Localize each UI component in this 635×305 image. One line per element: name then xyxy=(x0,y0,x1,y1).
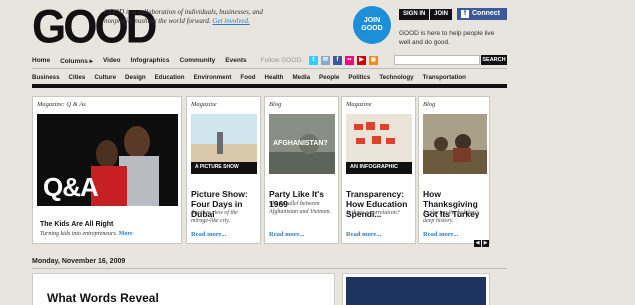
card-image[interactable] xyxy=(423,114,487,174)
youtube-icon[interactable]: ▶ xyxy=(356,56,366,65)
nav-events[interactable]: Events xyxy=(225,57,246,64)
prev-arrow-icon[interactable]: ◀ xyxy=(474,240,481,247)
card-image-caption: AFGHANISTAN? xyxy=(273,140,328,147)
share-icon[interactable]: ✉ xyxy=(320,56,330,65)
twitter-icon[interactable]: t xyxy=(308,56,318,65)
category-cities[interactable]: Cities xyxy=(69,74,86,81)
featured-title[interactable]: The Kids Are All Right xyxy=(40,221,113,228)
join-circle-line2: GOOD xyxy=(361,25,383,32)
nav-infographics[interactable]: Infographics xyxy=(131,57,170,64)
facebook-connect-button[interactable]: f Connect xyxy=(457,8,507,20)
card-desc: The parallel between Afghanistan and Vie… xyxy=(269,201,332,215)
story-card[interactable]: Blog How Thanksgiving Got Its Turkey Exp… xyxy=(418,96,490,244)
join-good-button[interactable]: JOIN GOOD xyxy=(353,6,391,44)
read-more-link[interactable]: Read more... xyxy=(346,231,381,238)
category-nav: Business Cities Culture Design Education… xyxy=(32,72,507,82)
card-type: Magazine xyxy=(346,101,372,108)
card-type: Blog xyxy=(269,101,282,108)
lower-article-panel[interactable]: What Words Reveal xyxy=(32,273,335,305)
story-card[interactable]: Magazine AN INFOGRAPHIC Transparency: Ho… xyxy=(341,96,416,244)
connect-label: Connect xyxy=(472,10,500,17)
story-card[interactable]: Blog AFGHANISTAN? Party Like It's 1969 T… xyxy=(264,96,339,244)
read-more-link[interactable]: Read more... xyxy=(423,231,458,238)
lower-headline[interactable]: What Words Reveal xyxy=(47,291,159,305)
category-business[interactable]: Business xyxy=(32,74,60,81)
featured-image[interactable]: Q&A xyxy=(37,114,178,206)
qa-overlay: Q&A xyxy=(43,172,99,202)
category-food[interactable]: Food xyxy=(240,74,255,81)
category-design[interactable]: Design xyxy=(125,74,146,81)
category-media[interactable]: Media xyxy=(292,74,310,81)
next-arrow-icon[interactable]: ▶ xyxy=(482,240,489,247)
join-button[interactable]: JOIN xyxy=(430,9,453,20)
card-desc: Exploring the holiday's deep history. xyxy=(423,210,479,224)
search-input[interactable] xyxy=(394,55,480,65)
read-more-link[interactable]: Read more... xyxy=(269,231,304,238)
featured-desc: Turning kids into entrepreneurs. More xyxy=(40,231,133,237)
featured-type: Magazine: Q & As xyxy=(37,101,86,108)
nav-home[interactable]: Home xyxy=(32,57,50,64)
story-card[interactable]: Magazine A PICTURE SHOW Picture Show: Fo… xyxy=(186,96,261,244)
follow-label: Follow GOOD: xyxy=(260,57,303,64)
card-desc: Is there a correlation? xyxy=(346,210,400,216)
category-people[interactable]: People xyxy=(319,74,339,81)
card-image[interactable]: AFGHANISTAN? xyxy=(269,114,335,174)
card-image-caption: AN INFOGRAPHIC xyxy=(350,164,398,170)
card-type: Magazine xyxy=(191,101,217,108)
nav-divider xyxy=(32,68,507,69)
category-education[interactable]: Education xyxy=(155,74,185,81)
category-politics[interactable]: Politics xyxy=(348,74,370,81)
help-text: GOOD is here to help people live well an… xyxy=(399,30,495,46)
category-transportation[interactable]: Transportation xyxy=(423,74,466,81)
lower-side-panel xyxy=(342,273,490,305)
card-desc: Another view of the mirage-like city. xyxy=(191,210,238,224)
header-bar xyxy=(32,84,507,88)
get-involved-link[interactable]: Get involved. xyxy=(212,17,249,25)
site-tagline: GOOD is a collaboration of individuals, … xyxy=(104,8,264,26)
facebook-icon: f xyxy=(461,10,469,18)
card-type: Blog xyxy=(423,101,436,108)
facebook-icon[interactable]: f xyxy=(332,56,342,65)
date-divider xyxy=(32,268,507,269)
category-health[interactable]: Health xyxy=(265,74,284,81)
nav-columns[interactable]: Columns ▸ xyxy=(60,57,93,65)
category-environment[interactable]: Environment xyxy=(194,74,232,81)
card-image[interactable]: A PICTURE SHOW xyxy=(191,114,257,174)
nav-community[interactable]: Community xyxy=(180,57,216,64)
sign-in-button[interactable]: SIGN IN xyxy=(399,9,430,20)
carousel-arrows: ◀ ▶ xyxy=(474,240,489,247)
join-circle-line1: JOIN xyxy=(363,17,381,24)
rss-icon[interactable]: ◉ xyxy=(368,56,378,65)
category-technology[interactable]: Technology xyxy=(379,74,413,81)
category-culture[interactable]: Culture xyxy=(94,74,116,81)
card-image[interactable]: AN INFOGRAPHIC xyxy=(346,114,412,174)
featured-card[interactable]: Magazine: Q & As Q&A The Kids Are All Ri… xyxy=(32,96,182,244)
thanksgiving-photo xyxy=(423,114,487,174)
search-button[interactable]: SEARCH xyxy=(481,55,507,65)
nav-video[interactable]: Video xyxy=(103,57,121,64)
featured-more-link[interactable]: More xyxy=(119,231,133,237)
featured-desc-text: Turning kids into entrepreneurs. xyxy=(40,231,118,237)
flickr-icon[interactable]: •• xyxy=(344,56,354,65)
read-more-link[interactable]: Read more... xyxy=(191,231,226,238)
date-heading: Monday, November 16, 2009 xyxy=(32,258,126,265)
side-panel-image xyxy=(346,277,486,305)
card-image-caption: A PICTURE SHOW xyxy=(195,164,239,170)
